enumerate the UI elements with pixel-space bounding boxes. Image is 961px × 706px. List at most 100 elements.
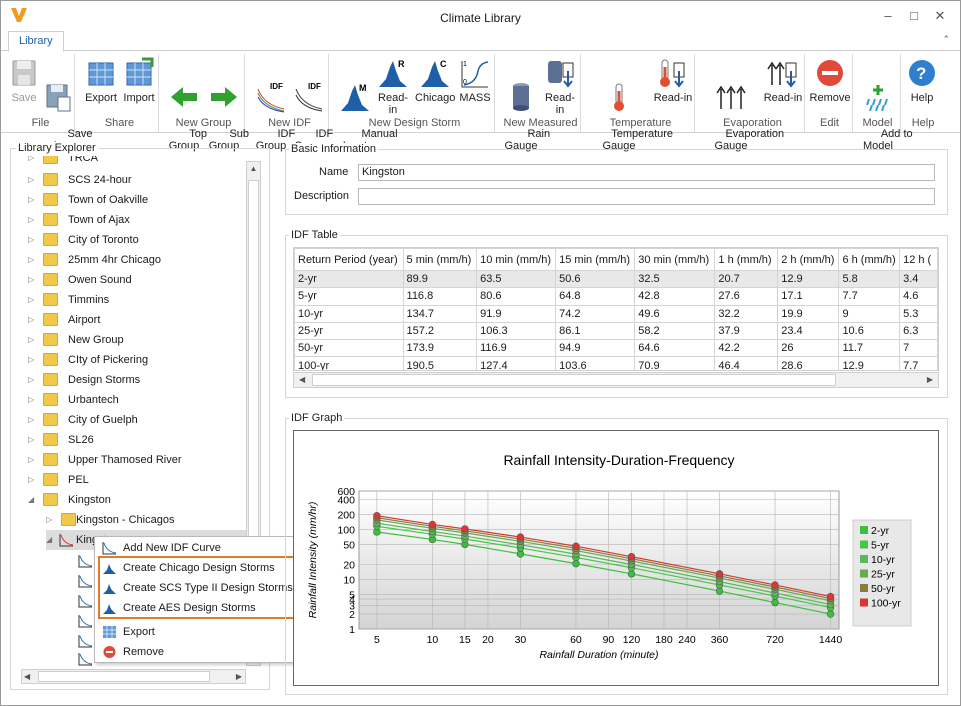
- menu-item-export[interactable]: Export: [95, 622, 299, 642]
- name-field[interactable]: Kingston: [358, 164, 935, 181]
- table-row[interactable]: 2-yr 89.9 63.5 50.6 32.5 20.7 12.9 5.8 3.4: [294, 269, 938, 289]
- collapse-ribbon-icon[interactable]: ⌃: [942, 34, 950, 45]
- table-cell[interactable]: 5.3: [899, 304, 938, 323]
- column-header[interactable]: 15 min (mm/h): [555, 248, 636, 271]
- help-button[interactable]: ? Help: [903, 57, 941, 104]
- table-cell[interactable]: 23.4: [777, 321, 840, 341]
- scroll-left-arrow-icon[interactable]: ◀: [24, 670, 30, 683]
- table-cell[interactable]: 5.8: [838, 269, 901, 289]
- column-header[interactable]: 30 min (mm/h): [634, 248, 716, 271]
- column-header[interactable]: 12 h (: [899, 248, 938, 271]
- evaporation-read-in-button[interactable]: Read-in: [763, 57, 803, 104]
- table-row[interactable]: 100-yr 190.5 127.4 103.6 70.9 46.4 28.6 12.9 7.7: [294, 356, 938, 370]
- table-cell[interactable]: 42.8: [634, 287, 716, 306]
- menu-item-add-new-idf-curve[interactable]: Add New IDF Curve: [95, 538, 299, 558]
- table-cell[interactable]: 103.6: [555, 356, 636, 370]
- table-cell[interactable]: 70.9: [634, 356, 716, 370]
- table-cell[interactable]: 106.3: [476, 321, 557, 341]
- column-header[interactable]: 6 h (mm/h): [838, 248, 901, 271]
- table-cell[interactable]: 28.6: [777, 356, 840, 370]
- table-cell[interactable]: 116.9: [476, 339, 557, 358]
- minimize-button[interactable]: –: [877, 7, 899, 25]
- table-cell[interactable]: 37.9: [714, 321, 779, 341]
- maximize-button[interactable]: □: [903, 7, 925, 25]
- add-to-model-button[interactable]: Add to Model: [857, 57, 913, 164]
- column-header[interactable]: 2 h (mm/h): [777, 248, 840, 271]
- table-row[interactable]: 50-yr 173.9 116.9 94.9 64.6 42.2 26 11.7 7: [294, 339, 938, 358]
- table-cell[interactable]: 173.9: [402, 339, 478, 358]
- chicago-button[interactable]: C Chicago: [415, 57, 455, 104]
- table-cell[interactable]: 89.9: [402, 269, 478, 289]
- table-cell[interactable]: 11.7: [838, 339, 901, 358]
- table-cell[interactable]: 5-yr: [294, 287, 404, 306]
- table-cell[interactable]: 74.2: [555, 304, 636, 323]
- table-cell[interactable]: 157.2: [402, 321, 478, 341]
- table-cell[interactable]: 3.4: [899, 269, 938, 289]
- table-cell[interactable]: 134.7: [402, 304, 478, 323]
- tree-hscroll-thumb[interactable]: [38, 671, 210, 682]
- table-cell[interactable]: 26: [777, 339, 840, 358]
- table-cell[interactable]: 32.2: [714, 304, 779, 323]
- menu-item-remove[interactable]: Remove: [95, 642, 299, 662]
- table-cell[interactable]: 64.8: [555, 287, 636, 306]
- table-cell[interactable]: 32.5: [634, 269, 716, 289]
- table-cell[interactable]: 25-yr: [294, 321, 404, 341]
- table-cell[interactable]: 116.8: [402, 287, 478, 306]
- table-cell[interactable]: 19.9: [777, 304, 840, 323]
- table-cell[interactable]: 7.7: [838, 287, 901, 306]
- remove-button[interactable]: Remove: [809, 57, 851, 104]
- table-cell[interactable]: 9: [838, 304, 901, 323]
- column-header[interactable]: Return Period (year): [294, 248, 404, 271]
- table-cell[interactable]: 6.3: [899, 321, 938, 341]
- table-cell[interactable]: 80.6: [476, 287, 557, 306]
- table-row[interactable]: 5-yr 116.8 80.6 64.8 42.8 27.6 17.1 7.7 4.6: [294, 287, 938, 306]
- tab-library[interactable]: Library: [8, 31, 64, 52]
- table-cell[interactable]: 12.9: [777, 269, 840, 289]
- table-cell[interactable]: 20.7: [714, 269, 779, 289]
- table-horizontal-scrollbar[interactable]: ◀ ▶: [293, 372, 939, 388]
- scroll-right-arrow-icon[interactable]: ▶: [236, 670, 242, 683]
- evaporation-gauge-button[interactable]: Evaporation Gauge: [701, 57, 784, 164]
- table-cell[interactable]: 7.7: [899, 356, 938, 370]
- tree-horizontal-scrollbar[interactable]: ◀ ▶: [21, 669, 246, 684]
- table-cell[interactable]: 12.9: [838, 356, 901, 370]
- table-cell[interactable]: 49.6: [634, 304, 716, 323]
- table-cell[interactable]: 7: [899, 339, 938, 358]
- table-cell[interactable]: 50-yr: [294, 339, 404, 358]
- temperature-gauge-button[interactable]: Temperature Gauge: [587, 57, 673, 164]
- table-cell[interactable]: 27.6: [714, 287, 779, 306]
- column-header[interactable]: 1 h (mm/h): [714, 248, 779, 271]
- table-cell[interactable]: 63.5: [476, 269, 557, 289]
- design-storm-read-in-button[interactable]: R Read-in: [375, 57, 411, 116]
- table-cell[interactable]: 46.4: [714, 356, 779, 370]
- table-cell[interactable]: 100-yr: [294, 356, 404, 370]
- column-header[interactable]: 10 min (mm/h): [476, 248, 557, 271]
- table-row[interactable]: 25-yr 157.2 106.3 86.1 58.2 37.9 23.4 10.6 6.3: [294, 321, 938, 341]
- table-cell[interactable]: 42.2: [714, 339, 779, 358]
- table-cell[interactable]: 17.1: [777, 287, 840, 306]
- table-cell[interactable]: 50.6: [555, 269, 636, 289]
- save-button[interactable]: Save: [9, 57, 39, 104]
- table-cell[interactable]: 10.6: [838, 321, 901, 341]
- close-button[interactable]: ✕: [929, 7, 951, 25]
- rain-gauge-button[interactable]: Rain Gauge: [503, 57, 550, 164]
- scroll-right-arrow-icon[interactable]: ▶: [927, 373, 933, 387]
- export-button[interactable]: Export: [83, 57, 119, 104]
- table-cell[interactable]: 94.9: [555, 339, 636, 358]
- scroll-up-arrow-icon[interactable]: ▲: [247, 162, 260, 176]
- table-row[interactable]: 10-yr 134.7 91.9 74.2 49.6 32.2 19.9 9 5.3: [294, 304, 938, 323]
- table-cell[interactable]: 64.6: [634, 339, 716, 358]
- mass-button[interactable]: 10 MASS: [457, 57, 493, 104]
- table-hscroll-thumb[interactable]: [312, 374, 836, 386]
- description-field[interactable]: [358, 188, 935, 205]
- import-button[interactable]: Import: [121, 57, 157, 104]
- table-cell[interactable]: 58.2: [634, 321, 716, 341]
- idf-table[interactable]: Return Period (year) 5 min (mm/h) 10 min…: [293, 247, 939, 371]
- table-cell[interactable]: 4.6: [899, 287, 938, 306]
- table-cell[interactable]: 190.5: [402, 356, 478, 370]
- scroll-left-arrow-icon[interactable]: ◀: [299, 373, 305, 387]
- table-cell[interactable]: 86.1: [555, 321, 636, 341]
- column-header[interactable]: 5 min (mm/h): [402, 248, 478, 271]
- measured-read-in-button[interactable]: Read-in: [541, 57, 579, 116]
- table-cell[interactable]: 2-yr: [294, 269, 404, 289]
